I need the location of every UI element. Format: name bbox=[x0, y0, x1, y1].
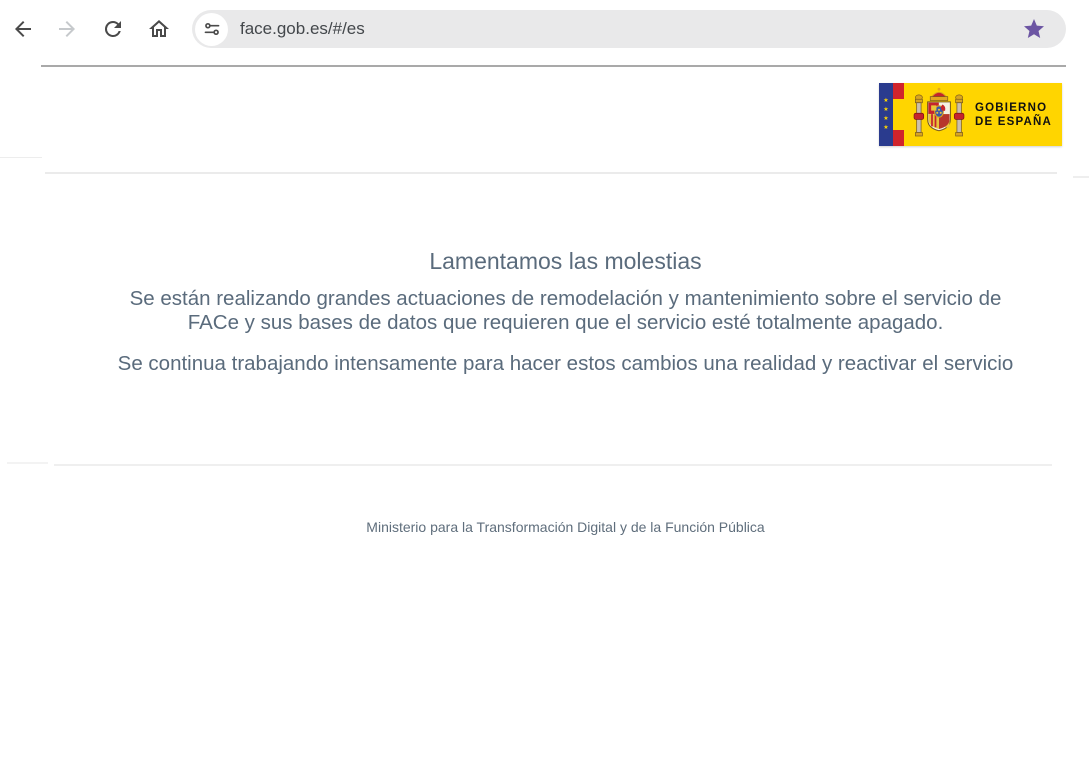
site-settings-button[interactable] bbox=[195, 13, 228, 46]
bookmark-star-icon bbox=[1022, 17, 1046, 41]
toolbar-bottom-border bbox=[41, 65, 1066, 67]
home-icon bbox=[147, 17, 171, 41]
page-title: Lamentamos las molestias bbox=[42, 247, 1089, 275]
government-logo-text: GOBIERNO DE ESPAÑA bbox=[975, 101, 1052, 129]
site-settings-tune-icon bbox=[203, 20, 221, 38]
forward-button[interactable] bbox=[55, 17, 79, 41]
forward-arrow-icon bbox=[55, 17, 79, 41]
back-arrow-icon bbox=[11, 17, 35, 41]
header-divider-right-fragment bbox=[1073, 176, 1089, 178]
url-text[interactable]: face.gob.es/#/es bbox=[240, 19, 1022, 39]
maintenance-message-1: Se están realizando grandes actuaciones … bbox=[42, 287, 1089, 334]
government-logo-line2: DE ESPAÑA bbox=[975, 115, 1052, 129]
eu-flag-band: ★★★★ bbox=[879, 83, 893, 146]
header-divider bbox=[45, 172, 1057, 174]
maintenance-message-1-line2: FACe y sus bases de datos que requieren … bbox=[42, 311, 1089, 335]
address-bar[interactable]: face.gob.es/#/es bbox=[192, 10, 1066, 48]
browser-toolbar: face.gob.es/#/es bbox=[0, 0, 1089, 57]
spain-flag-band bbox=[893, 83, 904, 146]
government-of-spain-logo[interactable]: ★★★★ bbox=[879, 83, 1062, 146]
reload-button[interactable] bbox=[101, 17, 125, 41]
maintenance-message-1-line1: Se están realizando grandes actuaciones … bbox=[42, 287, 1089, 311]
footer-divider-left-fragment bbox=[7, 462, 48, 464]
spain-coat-of-arms-icon bbox=[912, 87, 966, 143]
maintenance-message-2: Se continua trabajando intensamente para… bbox=[42, 352, 1089, 376]
bookmark-star-button[interactable] bbox=[1022, 17, 1046, 41]
home-button[interactable] bbox=[147, 17, 171, 41]
footer-divider bbox=[54, 464, 1052, 466]
government-logo-line1: GOBIERNO bbox=[975, 101, 1052, 115]
footer-ministry-text: Ministerio para la Transformación Digita… bbox=[42, 519, 1089, 535]
back-button[interactable] bbox=[11, 17, 35, 41]
reload-icon bbox=[101, 17, 125, 41]
browser-window: face.gob.es/#/es ★★★★ bbox=[0, 0, 1089, 764]
header-divider-left-fragment bbox=[0, 157, 42, 158]
